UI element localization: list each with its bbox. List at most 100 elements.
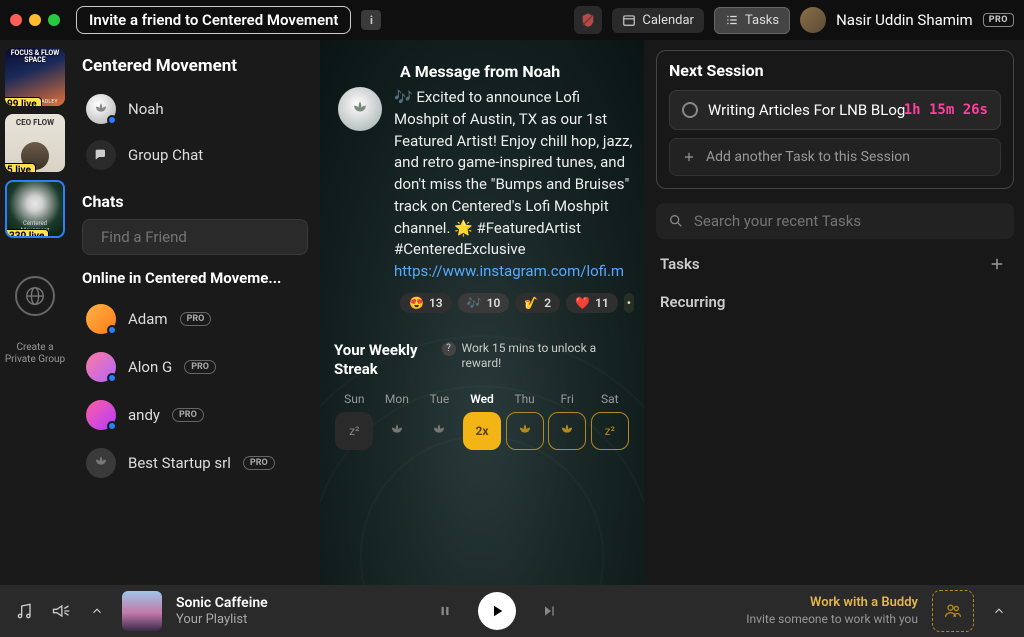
user-avatar <box>86 400 116 430</box>
info-button[interactable]: i <box>361 10 381 30</box>
channel-label: Group Chat <box>128 146 203 164</box>
right-panel: Next Session Writing Articles For LNB BL… <box>644 40 1024 585</box>
fullscreen-window[interactable] <box>48 14 60 26</box>
message-title: A Message from Noah <box>400 62 634 81</box>
channel-group-chat[interactable]: Group Chat <box>82 132 308 178</box>
day-label: Sat <box>589 392 630 406</box>
task-radio[interactable] <box>682 102 698 118</box>
live-badge: 99 live <box>5 97 42 106</box>
day-label: Mon <box>377 392 418 406</box>
collapse-icon[interactable] <box>86 600 108 622</box>
invite-friend-button[interactable]: Invite a friend to Centered Movement <box>76 6 351 34</box>
day-label: Fri <box>547 392 588 406</box>
reaction-more[interactable]: • <box>624 293 634 313</box>
group-card-title: FOCUS & FLOW SPACE <box>5 48 65 64</box>
section-label: Tasks <box>660 255 700 273</box>
noah-avatar <box>338 87 382 131</box>
weekly-streak: Your Weekly Streak ? Work 15 mins to unl… <box>334 341 630 451</box>
groups-side-strip: FOCUS & FLOW SPACE AUGUST BRADLEY 99 liv… <box>0 40 70 585</box>
create-private-group-button[interactable]: Create a Private Group <box>0 342 70 366</box>
plus-icon[interactable] <box>988 255 1006 273</box>
chat-icon <box>86 140 116 170</box>
buddy-title: Work with a Buddy <box>746 595 918 611</box>
day-label: Tue <box>419 392 460 406</box>
help-icon[interactable]: ? <box>442 342 456 356</box>
reaction[interactable]: 🎶10 <box>458 293 510 313</box>
session-task-row[interactable]: Writing Articles For LNB BLog 1h 15m 26s <box>669 90 1001 130</box>
day-label: Wed <box>462 392 503 406</box>
online-user[interactable]: Alon G PRO <box>82 343 308 391</box>
message-body: 🎶 Excited to announce Lofi Moshpit of Au… <box>394 87 634 283</box>
tasks-section-header[interactable]: Tasks <box>656 239 1014 277</box>
find-friend-search[interactable] <box>82 219 308 255</box>
online-user[interactable]: Adam PRO <box>82 295 308 343</box>
center-panel: A Message from Noah 🎶 Excited to announc… <box>320 40 644 585</box>
titlebar: Invite a friend to Centered Movement i C… <box>0 0 1024 40</box>
music-library-icon[interactable] <box>14 600 36 622</box>
minimize-window[interactable] <box>29 14 41 26</box>
user-name: Alon G <box>128 358 172 376</box>
recent-tasks-input[interactable] <box>694 212 1002 230</box>
user-name: andy <box>128 406 160 424</box>
player-bar: Sonic Caffeine Your Playlist Work with a… <box>0 585 1024 637</box>
day-cell-wed[interactable]: 2x <box>463 412 501 450</box>
play-button[interactable] <box>478 592 516 630</box>
track-title: Sonic Caffeine <box>176 595 268 612</box>
task-text: Writing Articles For LNB BLog <box>708 101 930 119</box>
group-card-ceo-flow[interactable]: CEO FLOW 5 live <box>5 114 65 172</box>
pause-icon[interactable] <box>434 600 456 622</box>
pro-badge: PRO <box>243 456 275 470</box>
next-session-card: Next Session Writing Articles For LNB BL… <box>656 50 1014 189</box>
online-heading: Online in Centered Moveme... <box>82 269 308 287</box>
live-badge: 330 live <box>5 229 49 238</box>
add-task-label: Add another Task to this Session <box>706 149 910 165</box>
online-indicator <box>107 115 117 125</box>
online-user[interactable]: Best Startup srl PRO <box>82 439 308 487</box>
user-avatar <box>86 304 116 334</box>
day-cell-sat: z² <box>591 412 629 450</box>
user-name: Adam <box>128 310 168 328</box>
day-cell-sun: z² <box>335 412 373 450</box>
user-avatar <box>86 448 116 478</box>
work-with-buddy[interactable]: Work with a Buddy Invite someone to work… <box>746 595 918 626</box>
message-link[interactable]: https://www.instagram.com/lofi.m <box>394 262 624 280</box>
day-cell-tue <box>420 412 458 450</box>
user-name: Best Startup srl <box>128 454 231 472</box>
next-session-title: Next Session <box>669 61 1001 80</box>
recurring-section-header[interactable]: Recurring <box>656 277 1014 315</box>
channel-noah[interactable]: Noah <box>82 86 308 132</box>
group-card-focus-flow[interactable]: FOCUS & FLOW SPACE AUGUST BRADLEY 99 liv… <box>5 48 65 106</box>
window-traffic-lights <box>10 14 60 26</box>
pro-badge: PRO <box>983 13 1014 27</box>
day-label: Thu <box>504 392 545 406</box>
chats-heading: Chats <box>82 192 308 211</box>
user-avatar[interactable] <box>800 7 826 33</box>
online-user[interactable]: andy PRO <box>82 391 308 439</box>
recent-tasks-search[interactable] <box>656 203 1014 239</box>
close-window[interactable] <box>10 14 22 26</box>
announce-icon[interactable] <box>50 600 72 622</box>
group-card-centered-movement[interactable]: CenteredMovement 330 live <box>5 180 65 238</box>
streak-hint: ? Work 15 mins to unlock a reward! <box>442 341 630 372</box>
section-label: Recurring <box>660 293 725 311</box>
find-friend-input[interactable] <box>101 228 300 246</box>
calendar-button[interactable]: Calendar <box>612 8 704 33</box>
explore-button[interactable] <box>15 276 55 316</box>
reaction[interactable]: ❤️11 <box>566 293 618 313</box>
pro-badge: PRO <box>172 408 204 422</box>
tasks-button[interactable]: Tasks <box>714 7 790 34</box>
mute-icon[interactable] <box>574 6 602 34</box>
day-cell-thu <box>506 412 544 450</box>
expand-icon[interactable] <box>988 600 1010 622</box>
buddy-slot[interactable] <box>932 590 974 632</box>
day-label: Sun <box>334 392 375 406</box>
reaction[interactable]: 🎷2 <box>515 293 560 313</box>
users-icon <box>943 601 963 621</box>
track-artwork[interactable] <box>122 591 162 631</box>
pro-badge: PRO <box>180 312 212 326</box>
live-badge: 5 live <box>5 163 36 172</box>
add-task-button[interactable]: Add another Task to this Session <box>669 138 1001 176</box>
lotus-avatar <box>86 94 116 124</box>
next-track-icon[interactable] <box>538 600 560 622</box>
reaction[interactable]: 😍13 <box>400 293 452 313</box>
